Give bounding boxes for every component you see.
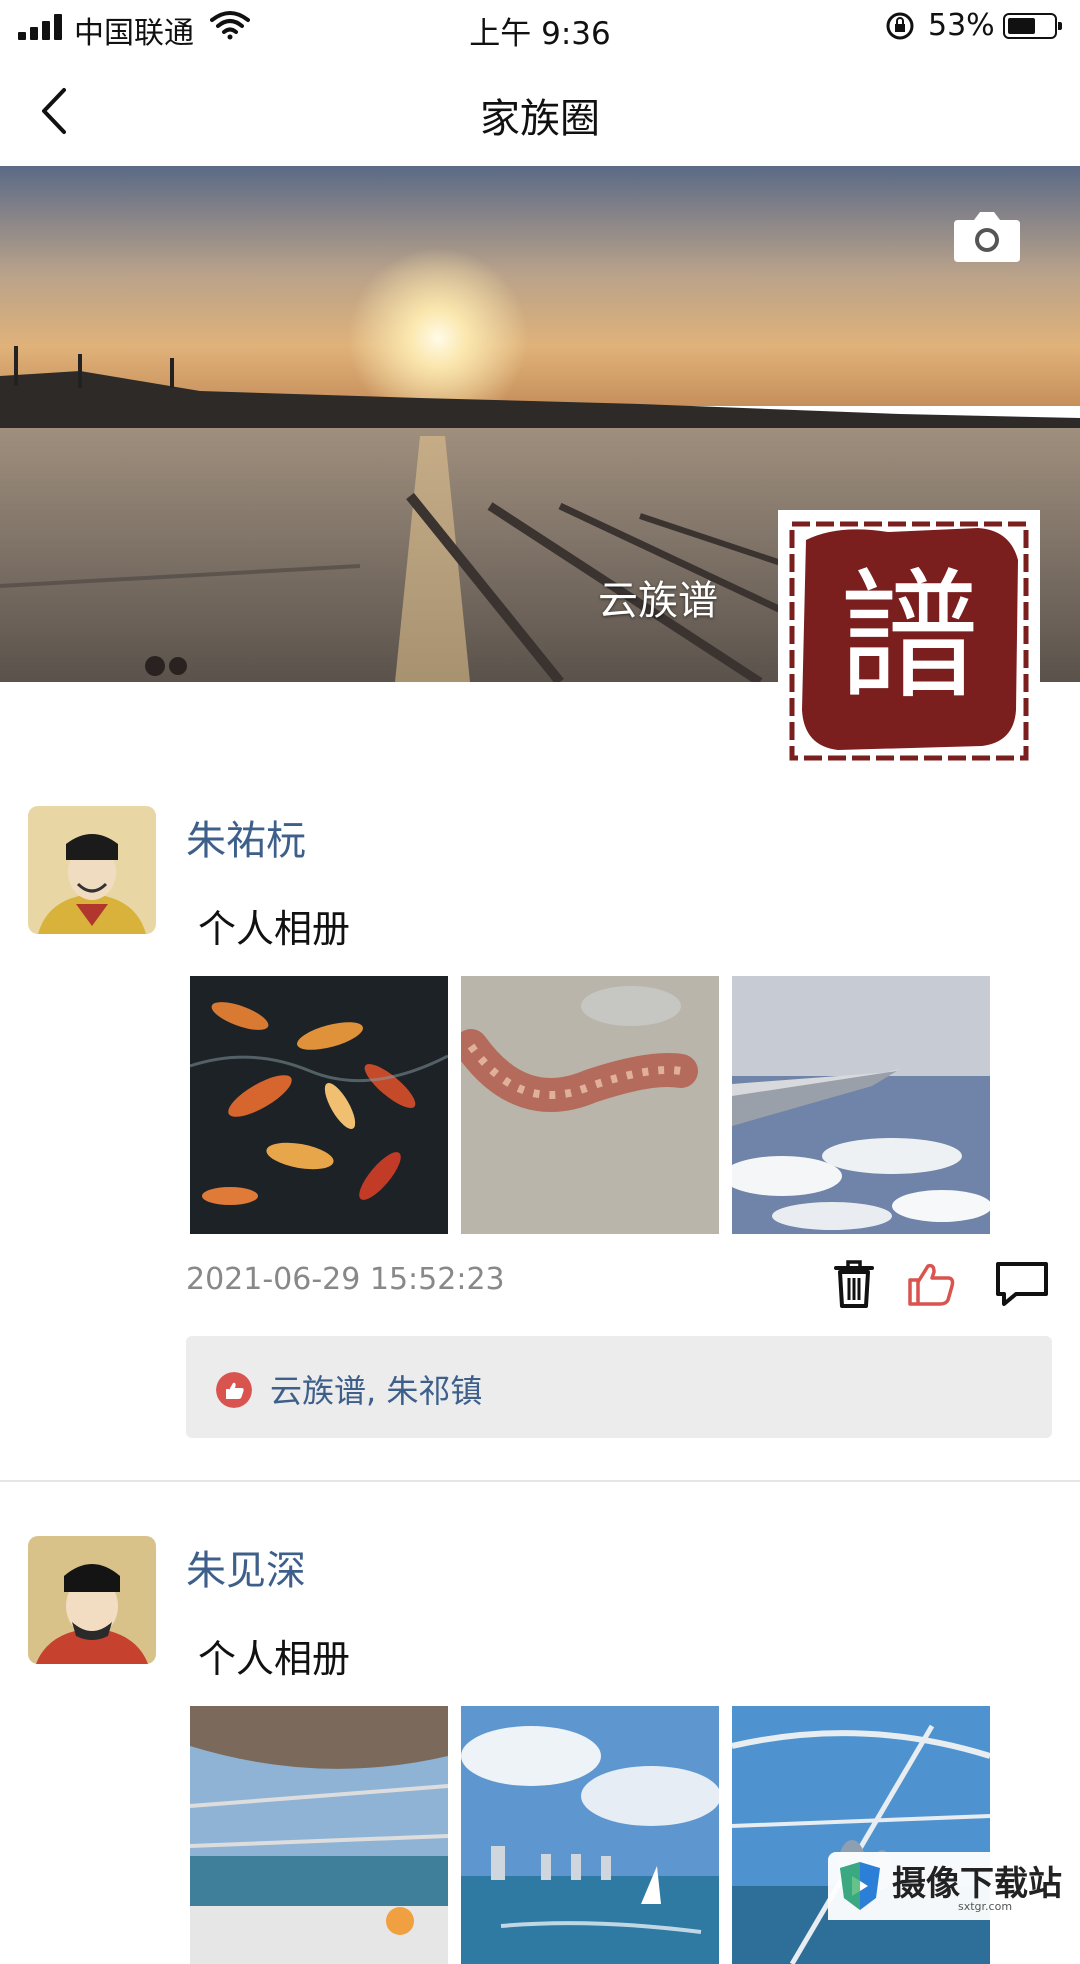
photo-thumbnail[interactable]: [190, 1706, 448, 1964]
thumbs-up-icon: [908, 1263, 955, 1306]
comment-icon: [996, 1262, 1048, 1306]
watermark-text: 摄像下载站: [892, 1864, 1062, 1904]
post-content: 个人相册: [198, 907, 351, 951]
avatar[interactable]: [28, 806, 156, 934]
watermark-url: sxtgr.com: [958, 1900, 1013, 1913]
photo-thumbnail[interactable]: [461, 1706, 719, 1964]
watermark: 摄像下载站 sxtgr.com: [828, 1852, 1080, 1920]
photo-thumbnail[interactable]: [732, 976, 990, 1234]
photo-thumbnail[interactable]: [461, 976, 719, 1234]
status-bar: 中国联通 上午 9:36 53%: [0, 0, 1080, 56]
post-username[interactable]: 朱见深: [186, 1538, 306, 1596]
page-title: 家族圈: [480, 96, 600, 142]
nav-bar: 家族圈: [0, 56, 1080, 166]
photo-thumbnail[interactable]: [732, 1706, 990, 1964]
like-badge-icon: [216, 1372, 252, 1408]
like-button[interactable]: [904, 1256, 960, 1312]
battery-icon: [1003, 13, 1062, 39]
likes-panel: 云族谱, 朱祁镇: [186, 1336, 1052, 1438]
trash-icon: [834, 1260, 874, 1308]
comment-button[interactable]: [994, 1256, 1050, 1312]
delete-button[interactable]: [826, 1256, 882, 1312]
camera-icon[interactable]: [952, 206, 1022, 266]
battery-percent: 53%: [928, 8, 995, 43]
post-timestamp: 2021-06-29 15:52:23: [186, 1262, 505, 1297]
cover-title: 云族谱: [598, 578, 718, 624]
avatar[interactable]: [28, 1536, 156, 1664]
rotation-lock-icon: [886, 12, 914, 40]
post-content: 个人相册: [198, 1637, 351, 1681]
likes-list[interactable]: 云族谱, 朱祁镇: [270, 1366, 482, 1412]
photo-thumbnail[interactable]: [190, 976, 448, 1234]
post-divider: [0, 1480, 1080, 1482]
status-time: 上午 9:36: [469, 16, 611, 52]
seal-logo[interactable]: 譜: [778, 510, 1040, 772]
svg-text:譜: 譜: [839, 556, 979, 719]
post-username[interactable]: 朱祐杬: [186, 808, 306, 866]
watermark-logo-icon: [840, 1862, 880, 1910]
